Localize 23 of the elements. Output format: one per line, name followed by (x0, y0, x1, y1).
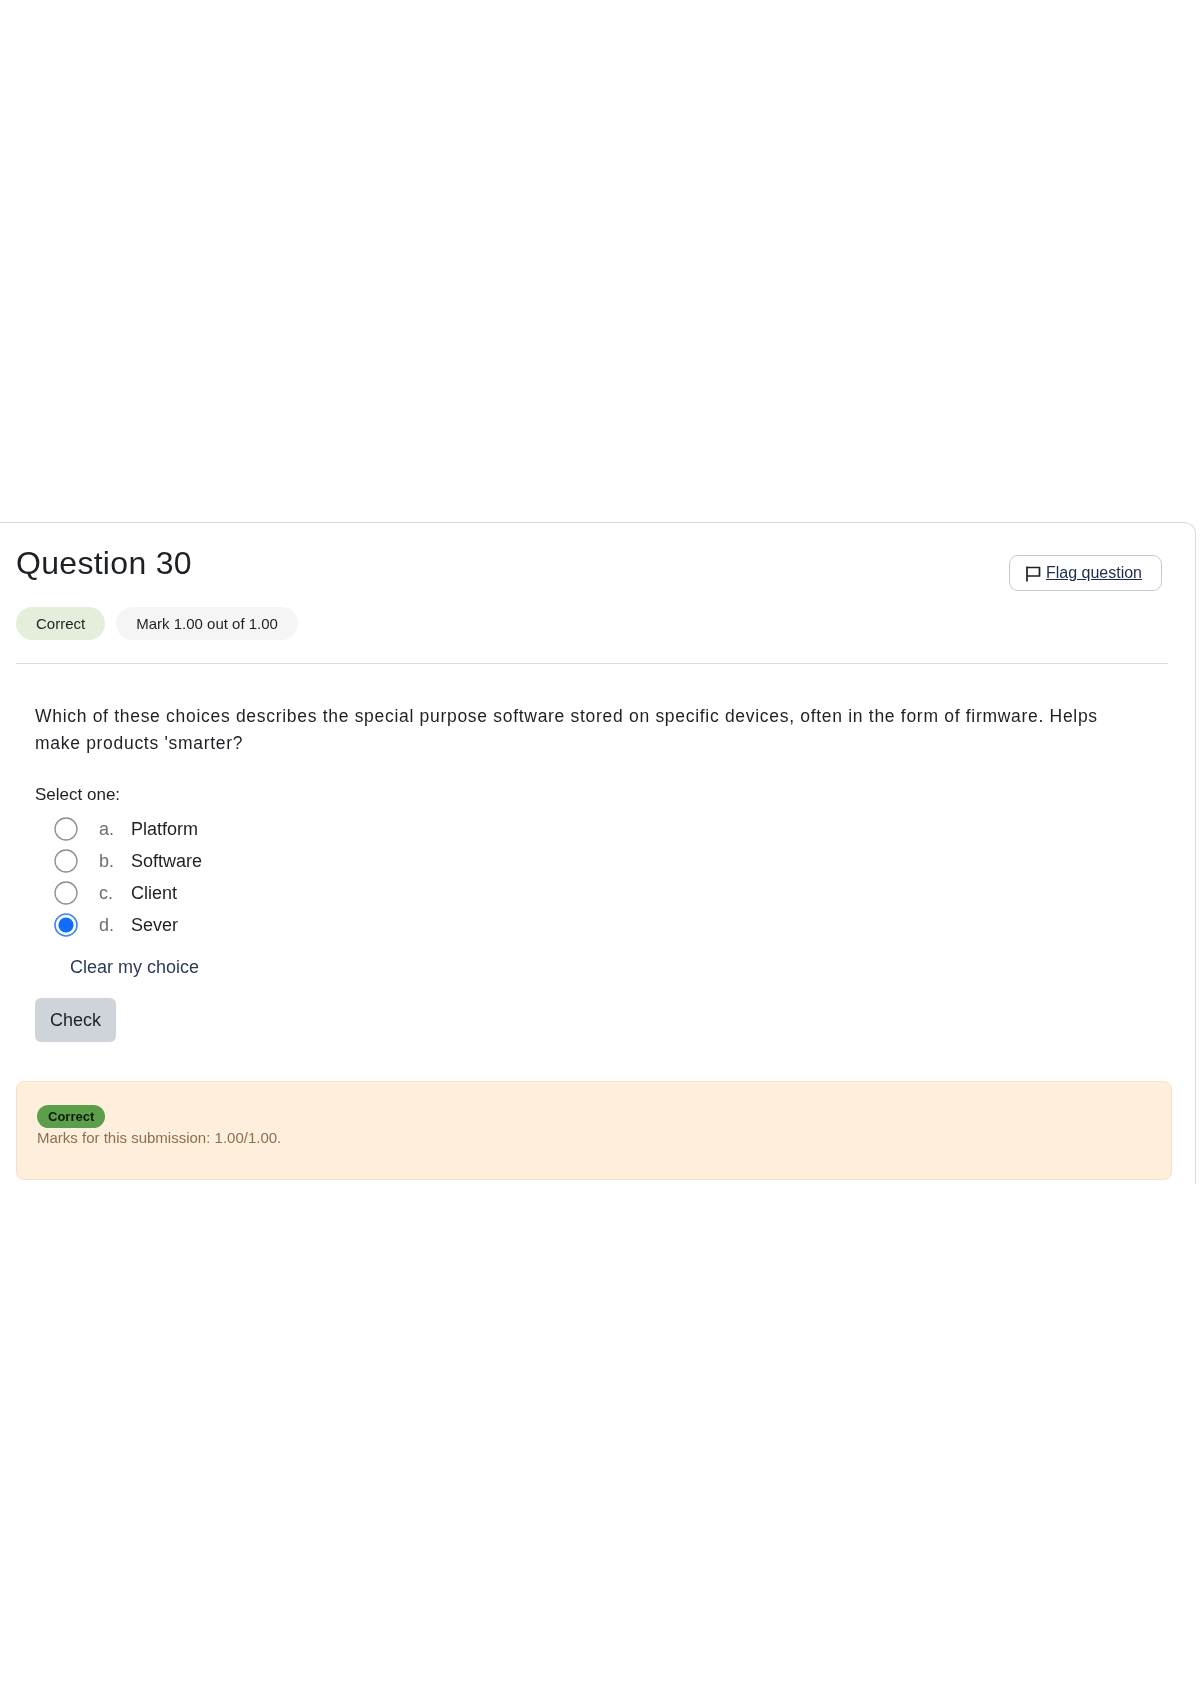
correct-badge: Correct (37, 1105, 106, 1128)
clear-choice-link[interactable]: Clear my choice (70, 955, 200, 979)
radio-button[interactable] (54, 881, 78, 905)
option-label[interactable]: Software (131, 850, 203, 872)
question-text: Which of these choices describes the special purpose software stored on specific devices, often in the form of firmware. Helps make products 'smarter? (35, 705, 1099, 755)
radio-button[interactable] (54, 849, 78, 873)
question-title: Question 30 (16, 544, 192, 582)
flag-question-button[interactable]: Flag question (1008, 555, 1162, 591)
option-label[interactable]: Sever (131, 914, 179, 936)
marks-text: Marks for this submission: 1.00/1.00. (37, 1128, 283, 1148)
option-letter: b. (99, 850, 115, 872)
option-letter: c. (99, 882, 114, 904)
mark-badge: Mark 1.00 out of 1.00 (116, 607, 298, 640)
option-label[interactable]: Client (131, 882, 178, 904)
state-badge: Correct (16, 607, 106, 640)
select-one-label: Select one: (35, 784, 122, 806)
flag-icon (1024, 564, 1042, 582)
option-letter: d. (99, 914, 115, 936)
radio-button[interactable] (54, 913, 78, 937)
option-label[interactable]: Platform (131, 818, 199, 840)
radio-button[interactable] (54, 817, 78, 841)
option-letter: a. (99, 818, 115, 840)
check-button[interactable]: Check (35, 998, 117, 1042)
